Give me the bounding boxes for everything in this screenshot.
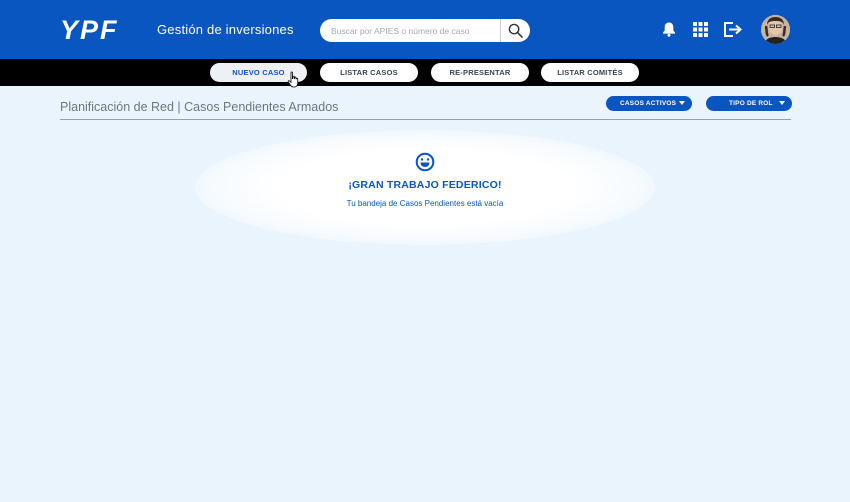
filter-label: CASOS ACTIVOS (620, 100, 677, 107)
ypf-logo[interactable]: YPF (60, 17, 148, 41)
nav-listar-casos[interactable]: LISTAR CASOS (320, 63, 418, 82)
filter-casos-activos[interactable]: CASOS ACTIVOS (606, 96, 692, 111)
user-avatar[interactable] (761, 15, 790, 44)
bell-icon (663, 22, 675, 37)
user-photo (761, 15, 790, 44)
filter-label: TIPO DE ROL (729, 100, 773, 107)
apps-grid-icon (692, 21, 708, 37)
empty-state-title: ¡GRAN TRABAJO FEDERICO! (348, 179, 502, 191)
chevron-down-icon (679, 101, 685, 105)
notifications-button[interactable] (659, 19, 679, 39)
app-title: Gestión de inversiones (157, 22, 294, 37)
nav-listar-comites[interactable]: LISTAR COMITÉS (541, 63, 639, 82)
logout-button[interactable] (723, 19, 743, 39)
smile-icon (415, 152, 435, 172)
hand-cursor-icon (287, 71, 299, 88)
search-input[interactable] (320, 19, 500, 42)
top-header: YPF Gestión de inversiones (0, 0, 850, 59)
svg-text:YPF: YPF (60, 17, 119, 41)
main-nav: NUEVO CASO LISTAR CASOS RE-PRESENTAR LIS… (0, 59, 850, 86)
logout-icon (724, 21, 743, 37)
nav-re-presentar[interactable]: RE-PRESENTAR (431, 63, 529, 82)
search-icon (508, 23, 523, 38)
empty-state-message: Tu bandeja de Casos Pendientes está vací… (346, 199, 504, 208)
apps-button[interactable] (690, 19, 710, 39)
title-divider (60, 119, 791, 120)
filter-tipo-de-rol[interactable]: TIPO DE ROL (706, 96, 792, 111)
search-button[interactable] (500, 19, 530, 42)
chevron-down-icon (779, 101, 785, 105)
search-box (320, 19, 530, 42)
page-title: Planificación de Red | Casos Pendientes … (60, 100, 339, 114)
